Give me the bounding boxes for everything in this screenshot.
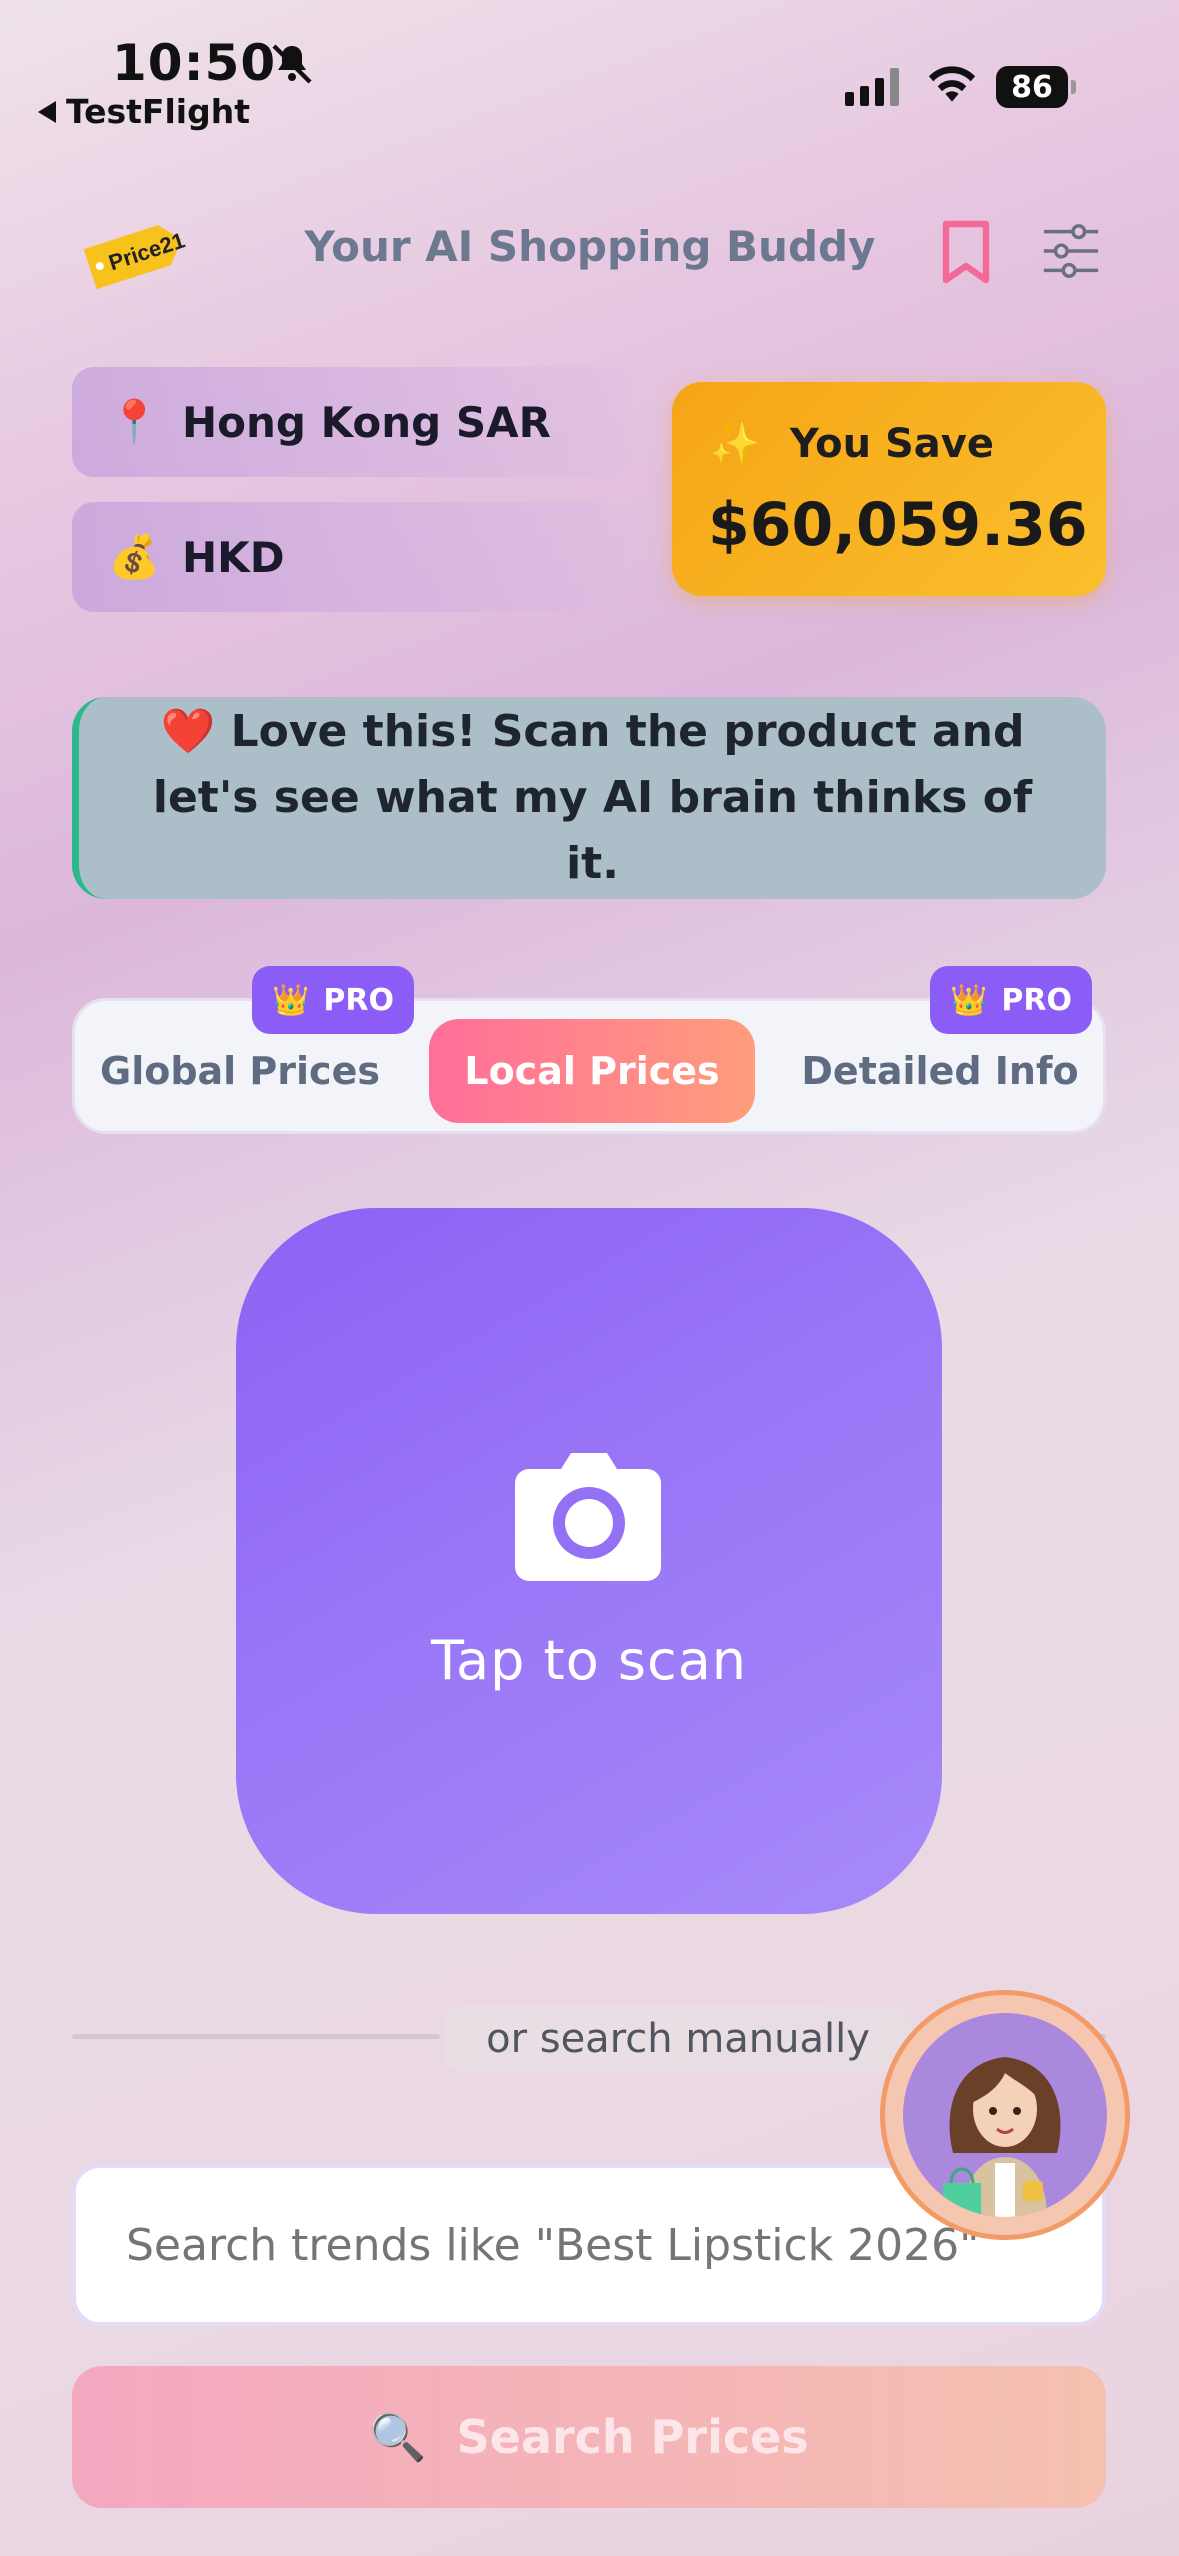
avatar xyxy=(903,2013,1107,2217)
search-prices-button[interactable]: 🔍 Search Prices xyxy=(72,2366,1106,2508)
status-time: 10:50 xyxy=(112,34,277,92)
divider-label: or search manually xyxy=(444,2006,912,2072)
bell-slash-icon xyxy=(272,44,312,84)
savings-amount: $60,059.36 xyxy=(708,490,1088,560)
assistant-avatar-button[interactable] xyxy=(880,1990,1130,2240)
pro-badge: 👑 PRO xyxy=(930,966,1092,1034)
money-bag-icon: 💰 xyxy=(108,532,161,581)
battery-level: 86 xyxy=(996,66,1068,108)
magnifier-icon: 🔍 xyxy=(369,2409,427,2464)
wifi-icon xyxy=(928,66,976,102)
crown-icon: 👑 xyxy=(272,982,310,1018)
location-selector[interactable]: 📍 Hong Kong SAR xyxy=(72,367,632,477)
pro-label: PRO xyxy=(323,982,394,1018)
assistant-avatar-illustration xyxy=(943,2057,1061,2217)
currency-label: HKD xyxy=(182,532,285,582)
location-label: Hong Kong SAR xyxy=(182,397,551,447)
back-arrow-icon xyxy=(38,100,56,123)
filter-settings-icon[interactable] xyxy=(1040,220,1102,282)
tab-local-prices[interactable]: Local Prices xyxy=(429,1019,755,1123)
price21-logo[interactable]: Price21 xyxy=(74,210,194,300)
pin-icon: 📍 xyxy=(108,397,161,446)
assistant-message: ❤️ Love this! Scan the product and let's… xyxy=(72,697,1106,899)
scan-button[interactable]: Tap to scan xyxy=(236,1208,942,1914)
search-button-label: Search Prices xyxy=(456,2410,809,2464)
camera-icon xyxy=(515,1452,661,1581)
battery-indicator: 86 xyxy=(996,66,1076,108)
back-to-testflight[interactable]: TestFlight xyxy=(38,92,250,131)
pro-badge: 👑 PRO xyxy=(252,966,414,1034)
currency-selector[interactable]: 💰 HKD xyxy=(72,502,632,612)
pro-label: PRO xyxy=(1001,982,1072,1018)
scan-label: Tap to scan xyxy=(430,1628,748,1692)
page-title: Your AI Shopping Buddy xyxy=(304,222,876,271)
tab-global-prices[interactable]: Global Prices xyxy=(75,1019,405,1123)
cellular-signal-icon xyxy=(845,66,899,106)
crown-icon: 👑 xyxy=(950,982,988,1018)
sparkles-icon: ✨ xyxy=(710,421,760,467)
tab-detailed-info[interactable]: Detailed Info xyxy=(775,1019,1105,1123)
bookmark-icon[interactable] xyxy=(938,218,994,286)
divider-line xyxy=(72,2034,440,2039)
savings-card[interactable]: ✨ You Save $60,059.36 xyxy=(672,382,1106,596)
savings-label: You Save xyxy=(789,420,994,467)
back-app-label: TestFlight xyxy=(66,92,250,131)
